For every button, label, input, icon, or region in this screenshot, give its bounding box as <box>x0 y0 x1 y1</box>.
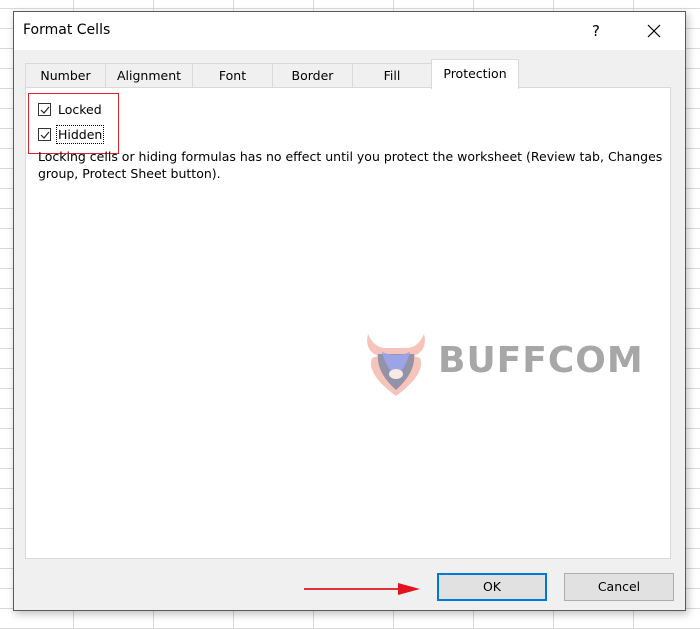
locked-label[interactable]: Locked <box>58 102 102 117</box>
format-cells-dialog: Format Cells ? Number Alignment Font Bor… <box>13 11 686 611</box>
close-icon <box>647 24 661 38</box>
tab-fill[interactable]: Fill <box>352 63 432 87</box>
tab-protection[interactable]: Protection <box>431 59 519 89</box>
help-button[interactable]: ? <box>583 18 609 44</box>
tab-font[interactable]: Font <box>192 63 272 87</box>
tab-strip: Number Alignment Font Border Fill Protec… <box>25 59 685 89</box>
hidden-label[interactable]: Hidden <box>55 124 105 144</box>
watermark-text: BUFFCOM <box>438 340 644 381</box>
buffcom-watermark: BUFFCOM <box>356 328 646 400</box>
checkmark-icon <box>40 131 50 139</box>
ok-button[interactable]: OK <box>437 573 547 601</box>
protection-note: Locking cells or hiding formulas has no … <box>38 149 663 181</box>
protection-panel: Locked Hidden Locking cells or hiding fo… <box>25 87 671 559</box>
tab-border[interactable]: Border <box>272 63 352 87</box>
hidden-checkbox[interactable] <box>38 127 51 141</box>
close-button[interactable] <box>639 18 669 44</box>
annotation-arrow-icon <box>304 583 420 595</box>
bull-logo-icon <box>367 334 425 396</box>
locked-checkbox[interactable] <box>38 102 51 116</box>
tab-number[interactable]: Number <box>25 63 105 87</box>
locked-checkbox-row[interactable]: Locked <box>38 100 102 118</box>
checkmark-icon <box>40 106 50 114</box>
dialog-titlebar: Format Cells ? <box>14 12 685 50</box>
cancel-button[interactable]: Cancel <box>564 573 674 601</box>
tab-alignment[interactable]: Alignment <box>105 63 192 87</box>
dialog-title: Format Cells <box>23 22 111 38</box>
hidden-checkbox-row[interactable]: Hidden <box>38 124 105 144</box>
